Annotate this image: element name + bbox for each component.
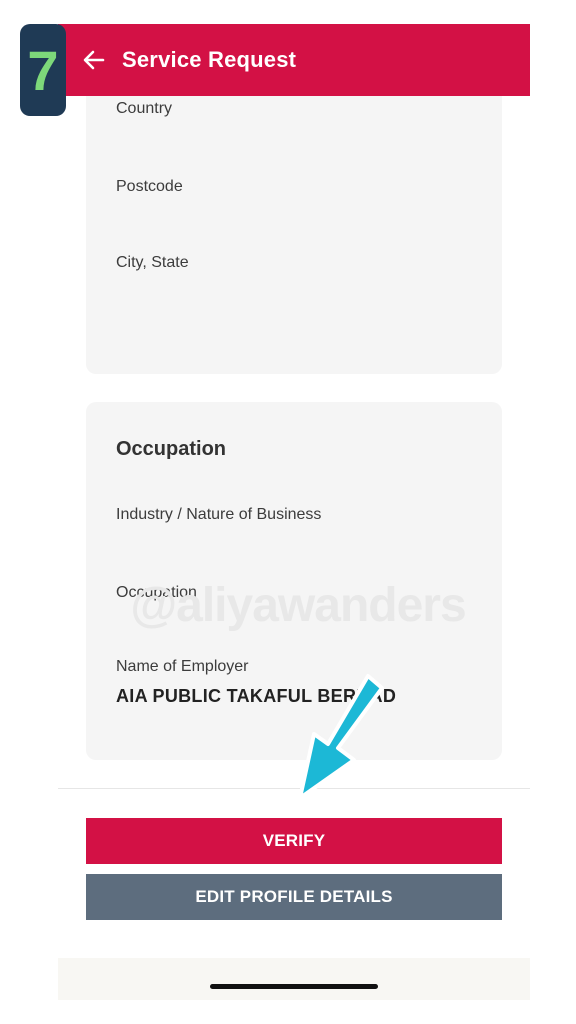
back-button[interactable] [76, 42, 112, 78]
header-bar: Service Request [58, 24, 530, 96]
arrow-left-icon [83, 50, 105, 70]
step-number-badge: 7 [20, 24, 66, 116]
home-indicator[interactable] [210, 984, 378, 989]
postcode-label: Postcode [116, 178, 183, 195]
home-indicator-area [58, 958, 530, 1000]
occupation-heading: Occupation [116, 438, 227, 460]
occupation-label: Occupation [116, 584, 197, 601]
pointing-arrow-icon [298, 674, 384, 800]
country-label: Country [116, 100, 173, 117]
edit-profile-button[interactable]: EDIT PROFILE DETAILS [86, 874, 502, 920]
industry-label: Industry / Nature of Business [116, 506, 322, 523]
employer-label: Name of Employer [116, 658, 249, 675]
city-state-label: City, State [116, 254, 189, 271]
verify-button[interactable]: VERIFY [86, 818, 502, 864]
address-card: Country Postcode City, State [86, 96, 502, 374]
app-screen: Service Request Country Postcode City, S… [58, 24, 530, 1000]
page-title: Service Request [122, 47, 297, 72]
